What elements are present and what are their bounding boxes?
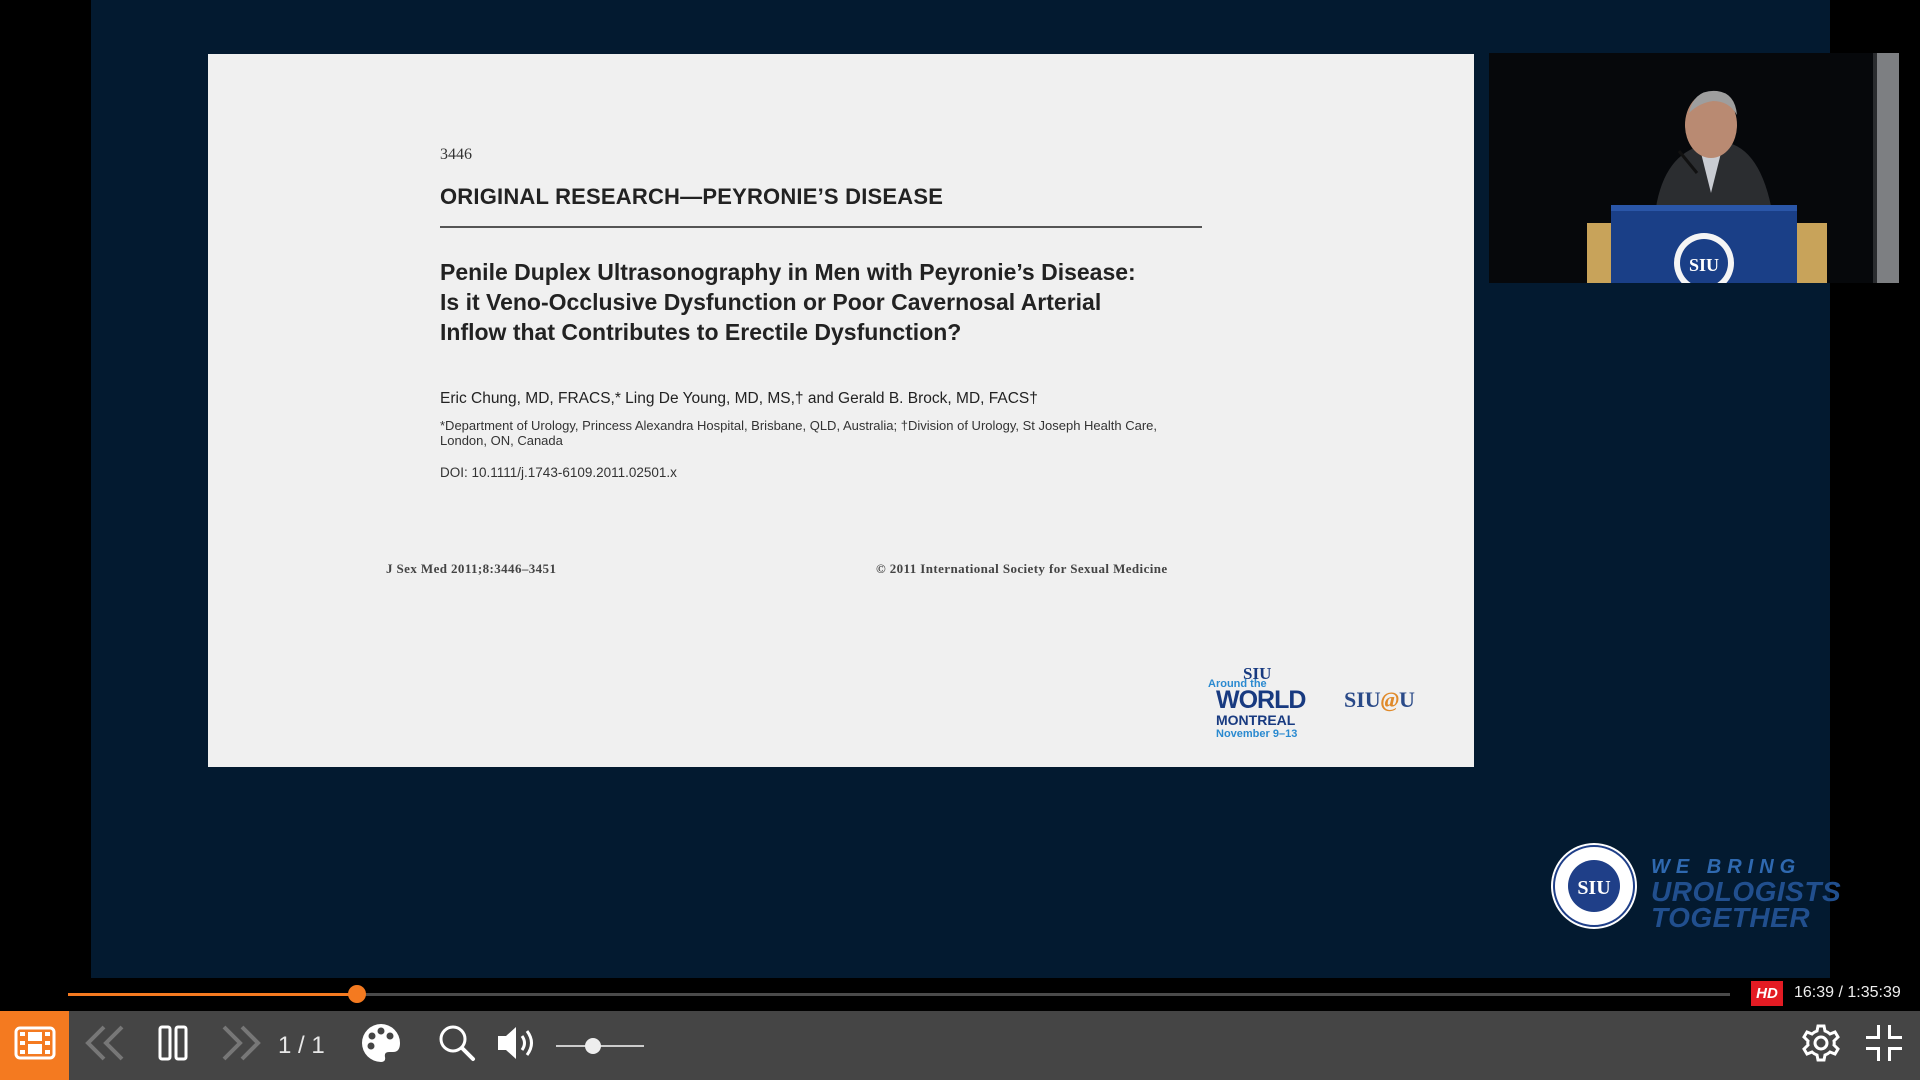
exit-fullscreen-button[interactable] xyxy=(1858,1011,1910,1080)
slide-page-number: 3446 xyxy=(440,146,472,163)
slide-authors: Eric Chung, MD, FRACS,* Ling De Young, M… xyxy=(440,390,1038,407)
siuau-right: U xyxy=(1399,687,1415,712)
siu-seal-graphic: SIU xyxy=(1551,843,1637,929)
slide-section-heading: ORIGINAL RESEARCH—PEYRONIE’S DISEASE xyxy=(440,184,944,209)
film-slides-icon xyxy=(14,1026,56,1065)
siu-at-u-logo: SIU@U xyxy=(1344,687,1415,713)
volume-button[interactable] xyxy=(493,1011,543,1080)
volume-handle[interactable] xyxy=(584,1038,601,1054)
time-display: 16:39 / 1:35:39 xyxy=(1794,984,1901,1001)
magnifier-icon xyxy=(438,1024,476,1067)
siu-seal-logo: SIU xyxy=(1550,842,1638,930)
theme-button[interactable] xyxy=(356,1011,406,1080)
gear-icon xyxy=(1801,1023,1841,1068)
title-line: Is it Veno-Occlusive Dysfunction or Poor… xyxy=(440,289,1102,315)
slide-journal-citation: J Sex Med 2011;8:3446–3451 xyxy=(386,561,557,576)
player-control-bar: 1 / 1 xyxy=(0,1011,1920,1080)
palette-icon xyxy=(360,1022,402,1069)
slide-affiliations: *Department of Urology, Princess Alexand… xyxy=(440,418,1158,448)
settings-button[interactable] xyxy=(1795,1011,1847,1080)
double-chevron-left-icon xyxy=(82,1023,128,1068)
pause-icon xyxy=(157,1025,189,1066)
slide-doi: DOI: 10.1111/j.1743-6109.2011.02501.x xyxy=(440,465,677,480)
siuau-left: SIU xyxy=(1344,687,1381,712)
title-line: Inflow that Contributes to Erectile Dysf… xyxy=(440,319,962,345)
previous-slide-button[interactable] xyxy=(80,1011,130,1080)
slide-divider xyxy=(440,226,1202,228)
siuau-at: @ xyxy=(1380,687,1399,712)
tagline-line-3: TOGETHER xyxy=(1651,902,1811,933)
logo-dates-text: November 9–13 xyxy=(1216,728,1298,740)
slide-article-title: Penile Duplex Ultrasonography in Men wit… xyxy=(440,257,1200,347)
speaker-icon xyxy=(496,1024,540,1067)
zoom-button[interactable] xyxy=(432,1011,482,1080)
volume-slider[interactable] xyxy=(556,1038,644,1054)
slides-view-button[interactable] xyxy=(0,1011,69,1080)
siu-around-the-world-logo: SIU Around the WORLD MONTREAL November 9… xyxy=(1208,664,1318,754)
video-stage[interactable]: 3446 ORIGINAL RESEARCH—PEYRONIE’S DISEAS… xyxy=(91,0,1899,978)
seek-handle[interactable] xyxy=(348,985,367,1003)
next-slide-button[interactable] xyxy=(216,1011,266,1080)
podium-seal-text: SIU xyxy=(1689,255,1719,275)
seek-bar[interactable] xyxy=(68,985,1730,1003)
pause-button[interactable] xyxy=(148,1011,198,1080)
slide-copyright: © 2011 International Society for Sexual … xyxy=(876,561,1168,576)
presentation-slide: 3446 ORIGINAL RESEARCH—PEYRONIE’S DISEAS… xyxy=(208,54,1474,767)
logo-city-text: MONTREAL xyxy=(1216,712,1296,728)
exit-fullscreen-icon xyxy=(1864,1023,1904,1068)
hd-quality-badge[interactable]: HD xyxy=(1751,981,1783,1006)
title-line: Penile Duplex Ultrasonography in Men wit… xyxy=(440,259,1136,285)
logo-world-text: WORLD xyxy=(1216,686,1306,714)
seek-bar-played xyxy=(68,993,358,996)
slide-counter: 1 / 1 xyxy=(278,1032,325,1059)
double-chevron-right-icon xyxy=(218,1023,264,1068)
speaker-camera-feed: SIU xyxy=(1489,53,1899,283)
seal-text: SIU xyxy=(1577,877,1610,899)
brand-tagline: WE BRING UROLOGISTS TOGETHER xyxy=(1651,856,1841,933)
speaker-video-image: SIU xyxy=(1489,53,1899,283)
